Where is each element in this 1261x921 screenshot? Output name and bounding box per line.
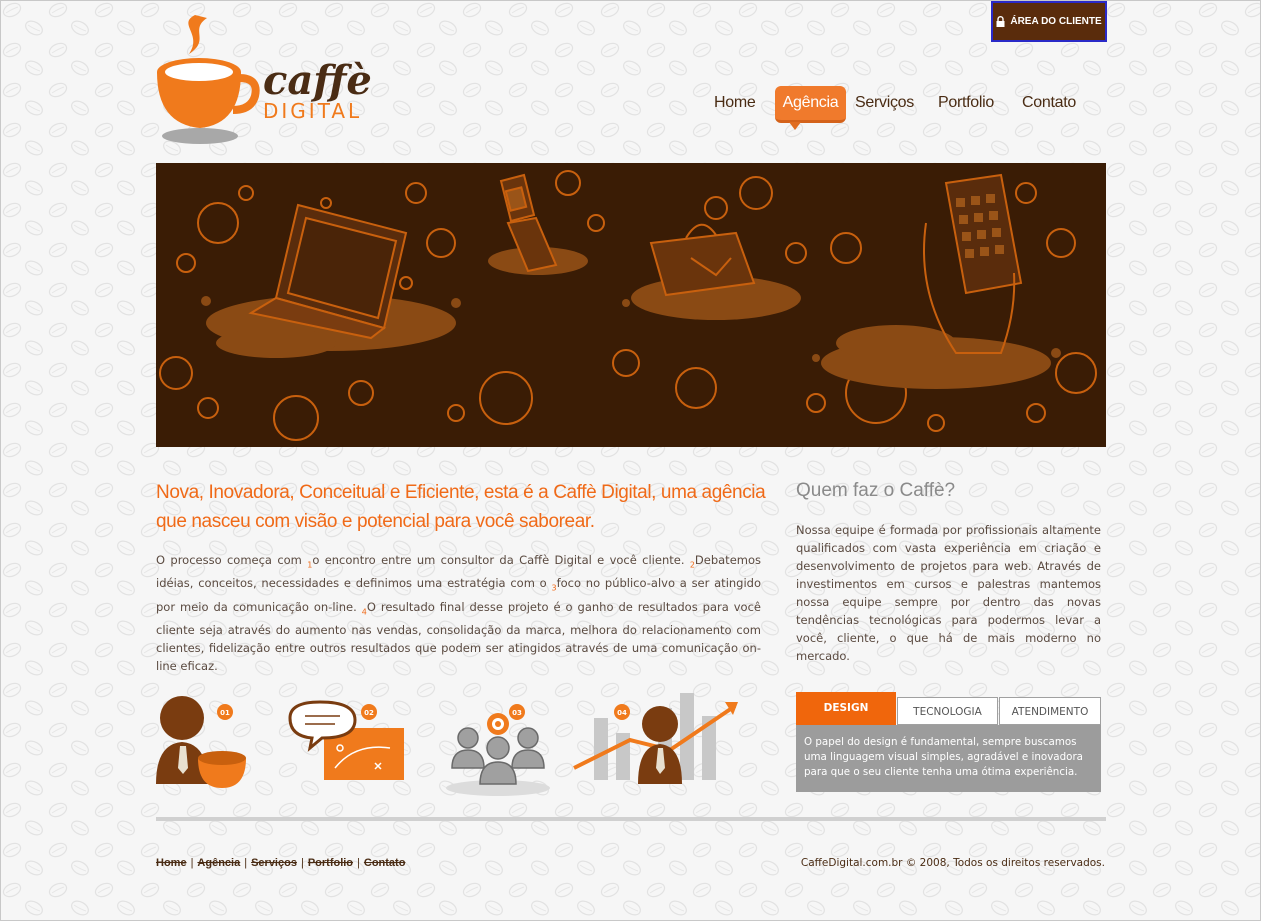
page-headline: Nova, Inovadora, Conceitual e Eficiente,… (156, 482, 766, 532)
lock-icon (996, 16, 1005, 27)
nav-contato[interactable]: Contato (1022, 86, 1076, 120)
nav-portfolio[interactable]: Portfolio (938, 86, 994, 120)
footer-nav: Home | Agência | Serviços | Portfolio | Contato (156, 857, 406, 869)
footer-link-contato[interactable]: Contato (364, 857, 406, 869)
intro-paragraph: O processo começa com 1o encontro entre … (156, 553, 762, 673)
nav-agencia[interactable]: Agência (775, 86, 846, 130)
step-3-audience-icon: 03 (446, 704, 550, 796)
step-1-consultant-icon: 01 (156, 696, 246, 788)
logo-wordmark-digital: DIGITAL (263, 99, 362, 123)
sidebar-text: Nossa equipe é formada por profissionais… (796, 523, 1101, 663)
client-area-button[interactable]: ÁREA DO CLIENTE (991, 1, 1107, 42)
services-tabs: DESIGN TECNOLOGIA ATENDIMENTO O papel do… (796, 692, 1101, 792)
copyright: CaffeDigital.com.br © 2008, Todos os dir… (800, 857, 1105, 869)
tab-design[interactable]: DESIGN (796, 692, 896, 726)
footer-link-portfolio[interactable]: Portfolio (308, 857, 353, 869)
sidebar-title: Quem faz o Caffè? (796, 480, 956, 501)
tab-tecnologia[interactable]: TECNOLOGIA (897, 697, 998, 725)
footer-link-agencia[interactable]: Agência (197, 857, 240, 869)
logo-wordmark-caffe: caffè (263, 57, 372, 104)
footer-link-home[interactable]: Home (156, 857, 187, 869)
caffe-digital-logo[interactable]: caffè DIGITAL (155, 12, 380, 147)
svg-text:02: 02 (364, 709, 374, 717)
nav-home[interactable]: Home (714, 86, 756, 120)
step-2-strategy-icon: 02 (288, 700, 404, 780)
footer-divider (156, 817, 1106, 821)
tab-atendimento[interactable]: ATENDIMENTO (999, 697, 1101, 725)
client-area-label: ÁREA DO CLIENTE (1010, 16, 1102, 27)
svg-text:03: 03 (512, 709, 522, 717)
process-steps: 01 02 03 04 (150, 688, 750, 798)
nav-servicos[interactable]: Serviços (855, 86, 914, 120)
svg-text:04: 04 (617, 709, 627, 717)
hero-illustration (159, 170, 1097, 441)
footer-link-servicos[interactable]: Serviços (251, 857, 297, 869)
tab-panel-design: O papel do design é fundamental, sempre … (796, 725, 1101, 792)
svg-text:01: 01 (220, 709, 230, 717)
hero-banner (156, 163, 1106, 447)
step-4-growth-icon: 04 (573, 693, 738, 784)
